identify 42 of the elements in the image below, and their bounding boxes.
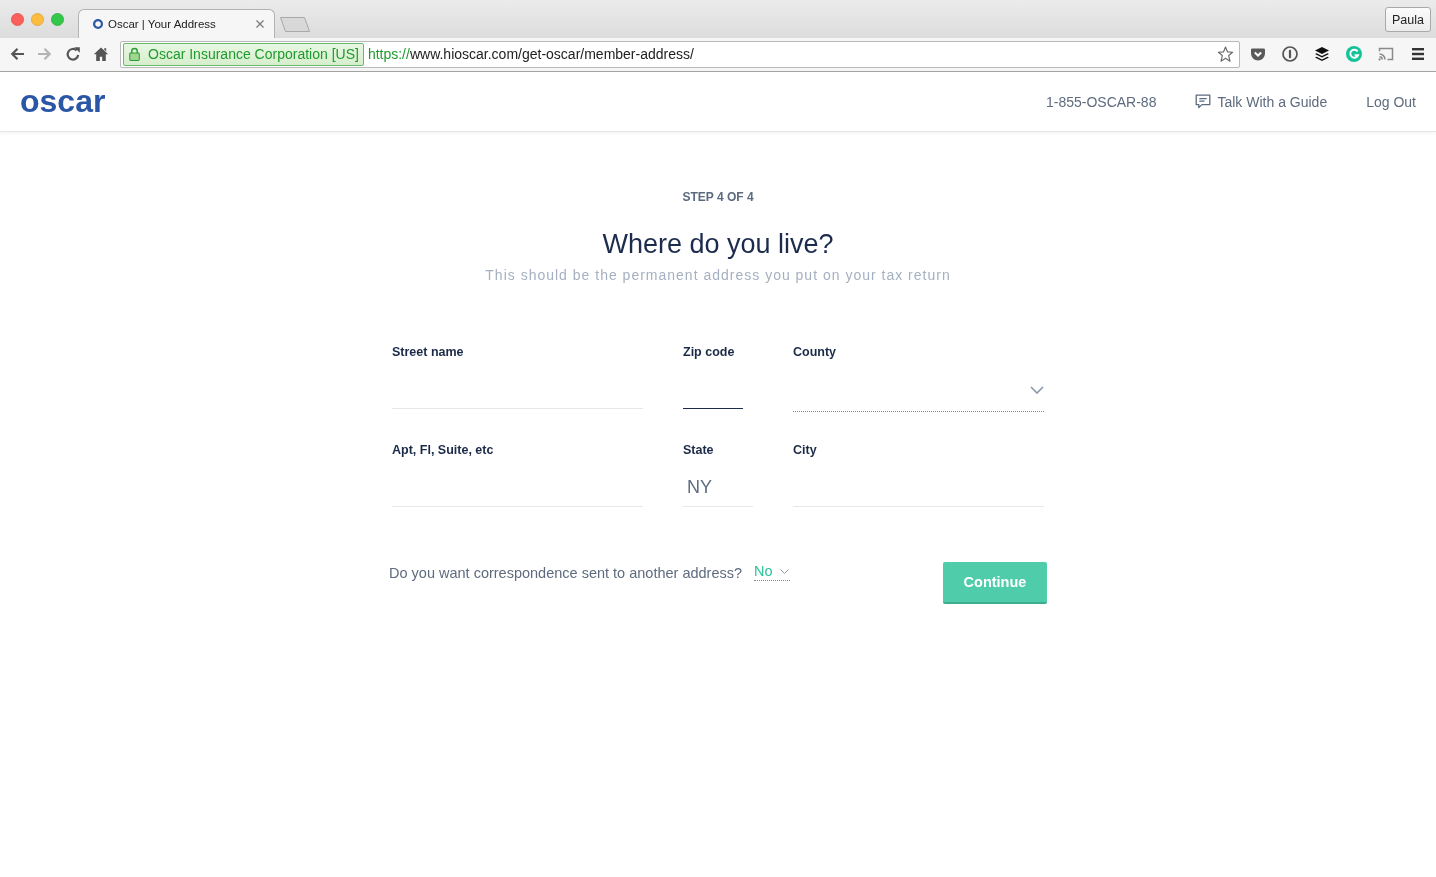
field-label: State: [683, 442, 715, 458]
nav-link[interactable]: Log Out: [1366, 93, 1416, 110]
cast-icon[interactable]: [1378, 46, 1394, 62]
address-bar[interactable]: Oscar Insurance Corporation [US] https://www.hioscar.com/get-oscar/member-address/: [120, 40, 1240, 68]
site-logo[interactable]: oscar: [20, 84, 106, 117]
keyhole-icon[interactable]: [1282, 46, 1298, 62]
window-zoom-icon[interactable]: [51, 12, 64, 26]
browser-tab[interactable]: Oscar | Your Address: [78, 9, 275, 38]
new-tab-icon[interactable]: [279, 16, 311, 33]
tab-title: Oscar | Your Address: [108, 17, 216, 30]
chevron-down-icon: [1030, 386, 1044, 394]
chat-bubble-icon: [1195, 94, 1212, 109]
ring-icon: [93, 18, 103, 29]
menu-icon[interactable]: [1410, 46, 1426, 62]
field-label: Zip code: [683, 344, 736, 360]
g-circle-icon[interactable]: [1346, 46, 1362, 62]
star-icon[interactable]: [1217, 45, 1234, 63]
guide-link[interactable]: Talk With a Guide: [1195, 93, 1328, 110]
field-label: City: [793, 442, 818, 458]
field-label: Street name: [392, 344, 465, 360]
close-icon[interactable]: [256, 19, 264, 28]
reload-icon[interactable]: [65, 46, 81, 62]
back-arrow-icon[interactable]: [9, 46, 25, 62]
forward-arrow-icon[interactable]: [37, 46, 53, 62]
layers-icon[interactable]: [1314, 46, 1330, 62]
home-icon[interactable]: [93, 46, 109, 62]
lock-icon: [129, 47, 140, 61]
question-text: Do you want correspondence sent to another address?: [389, 564, 743, 583]
field-label: County: [793, 344, 838, 360]
url-text: https://www.hioscar.com/get-oscar/member-address/: [367, 46, 694, 62]
link-text: Talk With a Guide: [1217, 93, 1328, 110]
profile-button[interactable]: Paula: [1385, 7, 1431, 32]
page-subtitle: This should be the permanent address you put on your tax return: [485, 266, 951, 284]
field-label: Apt, Fl, Suite, etc: [392, 442, 495, 458]
window-close-icon[interactable]: [11, 12, 24, 26]
chevron-down-icon: [779, 568, 789, 574]
pocket-shield-icon[interactable]: [1250, 46, 1266, 62]
input-field[interactable]: NY: [683, 458, 753, 507]
page-title: Where do you live?: [602, 228, 834, 261]
site-identity-button[interactable]: Oscar Insurance Corporation [US]: [123, 42, 364, 66]
step-indicator: STEP 4 OF 4: [682, 190, 754, 204]
phone-link[interactable]: 1-855-OSCAR-88: [1045, 93, 1157, 110]
